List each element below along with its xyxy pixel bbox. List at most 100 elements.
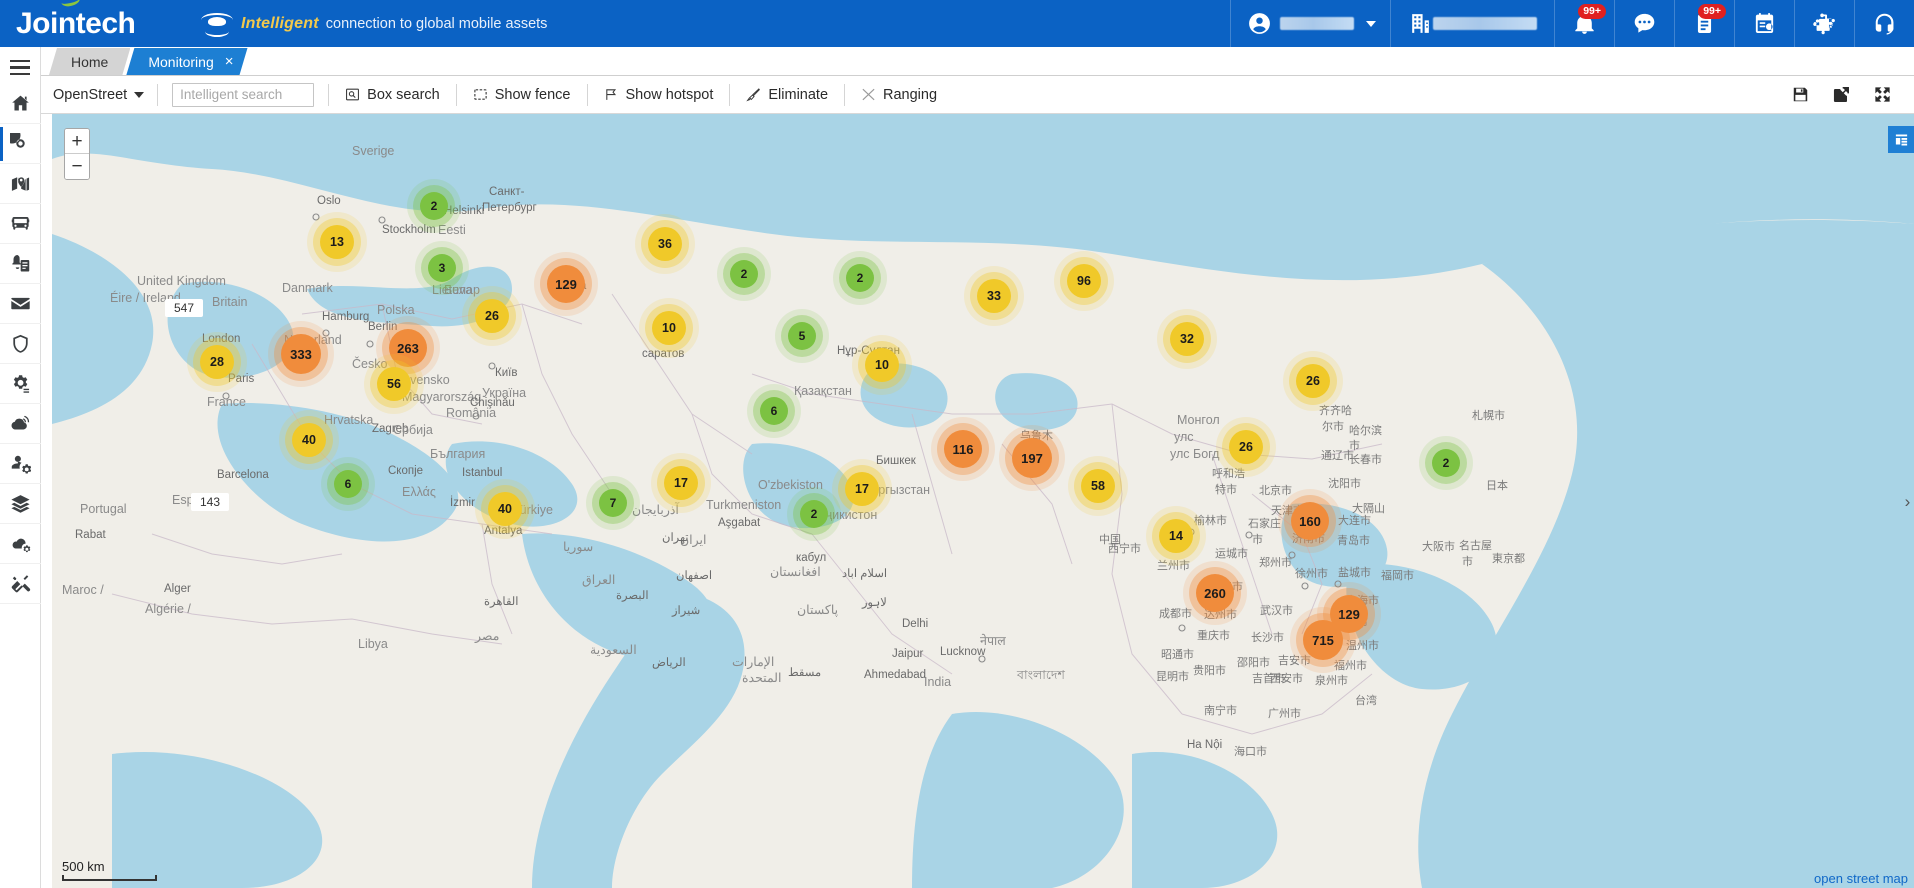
map-label: улс Богд <box>1170 447 1220 461</box>
map-label: Белар <box>444 283 480 297</box>
save-floppy-icon[interactable] <box>1791 85 1810 104</box>
sidepanel-collapse-arrow[interactable]: › <box>1901 476 1914 526</box>
cluster-marker[interactable]: 28 <box>200 345 234 379</box>
cluster-marker[interactable]: 17 <box>664 466 698 500</box>
cluster-marker[interactable]: 6 <box>334 470 362 498</box>
map-label: Danmark <box>282 281 333 295</box>
sidebar-item-layers[interactable] <box>0 484 41 524</box>
cluster-marker[interactable]: 26 <box>1229 430 1263 464</box>
hamburger-menu-icon[interactable] <box>0 51 41 84</box>
map-label: شيراز <box>671 604 701 617</box>
cluster-marker[interactable]: 129 <box>547 265 585 303</box>
map-label: 台湾 <box>1355 693 1377 707</box>
sidebar-item-vehicles[interactable] <box>0 204 41 244</box>
toolbar-divider <box>157 83 159 106</box>
basemap-selector[interactable]: OpenStreet <box>53 84 157 106</box>
zoom-out-button[interactable]: − <box>65 154 89 179</box>
tab-close-icon[interactable]: × <box>225 54 234 69</box>
cluster-marker[interactable]: 263 <box>389 329 427 367</box>
map-canvas[interactable]: Oslo Stockholm Helsinki Sverige Eesti Санкт- П… <box>52 114 1914 888</box>
search-input[interactable] <box>172 82 315 107</box>
cluster-marker[interactable]: 36 <box>648 227 682 261</box>
cluster-marker[interactable]: 26 <box>475 299 509 333</box>
cluster-marker[interactable]: 2 <box>800 500 828 528</box>
cluster-marker[interactable]: 14 <box>1159 519 1193 553</box>
map-scale-line <box>62 875 157 881</box>
plugins-button[interactable] <box>1794 0 1854 47</box>
city-dot-icon <box>378 216 386 224</box>
map-label: Aşgabat <box>718 517 761 529</box>
zoom-in-button[interactable]: + <box>65 129 89 154</box>
tab-monitoring-label: Monitoring <box>148 53 214 70</box>
sidebar-item-tools[interactable] <box>0 564 41 604</box>
messages-button[interactable] <box>1614 0 1674 47</box>
map-label: Britain <box>212 295 247 309</box>
eliminate-button[interactable]: Eliminate <box>730 83 844 107</box>
popout-external-icon[interactable] <box>1832 85 1851 104</box>
sidebar-item-security[interactable] <box>0 324 41 364</box>
cluster-marker[interactable]: 56 <box>377 367 411 401</box>
cluster-marker[interactable]: 58 <box>1081 469 1115 503</box>
cluster-marker[interactable]: 5 <box>788 322 816 350</box>
brand-logo[interactable]: Jointech <box>0 0 178 39</box>
cluster-marker[interactable]: 33 <box>977 279 1011 313</box>
cluster-marker[interactable]: 2 <box>420 192 448 220</box>
map-attribution[interactable]: open street map <box>1814 871 1908 886</box>
cluster-marker[interactable]: 2 <box>846 264 874 292</box>
ranging-label: Ranging <box>883 86 938 103</box>
cluster-marker[interactable]: 3 <box>428 254 456 282</box>
cluster-marker[interactable]: 17 <box>845 472 879 506</box>
sidebar-item-alarms[interactable] <box>0 244 41 284</box>
user-account-menu[interactable] <box>1230 0 1390 47</box>
cluster-marker[interactable]: 13 <box>320 225 354 259</box>
cluster-marker[interactable]: 10 <box>652 311 686 345</box>
sidebar-item-map[interactable] <box>0 164 41 204</box>
list-panel-toggle[interactable] <box>1888 126 1914 153</box>
ranging-button[interactable]: Ranging <box>845 83 953 107</box>
box-search-button[interactable]: Box search <box>329 83 456 107</box>
sidebar-item-monitoring[interactable] <box>0 124 41 164</box>
cluster-marker[interactable]: 2 <box>1432 449 1460 477</box>
cluster-marker[interactable]: 40 <box>488 492 522 526</box>
map-label: Antalya <box>484 525 523 537</box>
notifications-button[interactable]: 99+ <box>1554 0 1614 47</box>
sidebar-item-cloud-config[interactable] <box>0 524 41 564</box>
map-label: Delhi <box>902 618 928 630</box>
tagline-strong: Intelligent <box>241 14 319 32</box>
map-label: 成都市 <box>1159 606 1192 620</box>
cluster-marker[interactable]: 2 <box>730 260 758 288</box>
reports-button[interactable] <box>1734 0 1794 47</box>
cluster-marker[interactable]: 40 <box>292 423 326 457</box>
show-fence-button[interactable]: Show fence <box>457 83 587 107</box>
sidebar-item-home[interactable] <box>0 84 41 124</box>
work-order-badge: 99+ <box>1698 4 1726 19</box>
cluster-marker[interactable]: 260 <box>1196 574 1234 612</box>
cluster-marker[interactable]: 6 <box>760 397 788 425</box>
user-name-redacted <box>1280 17 1354 30</box>
map-label: 徐州市 <box>1295 566 1328 580</box>
cluster-marker[interactable]: 32 <box>1170 322 1204 356</box>
fullscreen-expand-icon[interactable] <box>1873 85 1892 104</box>
cluster-marker[interactable]: 7 <box>599 489 627 517</box>
home-icon <box>11 95 29 111</box>
cluster-marker[interactable]: 333 <box>281 334 321 374</box>
work-orders-button[interactable]: 99+ <box>1674 0 1734 47</box>
cluster-marker[interactable]: 26 <box>1296 364 1330 398</box>
map-label: Hamburg <box>322 311 369 323</box>
cluster-marker[interactable]: 197 <box>1012 438 1052 478</box>
sidebar-item-device-signal[interactable] <box>0 404 41 444</box>
cluster-marker[interactable]: 96 <box>1067 264 1101 298</box>
city-dot-icon <box>1334 580 1342 588</box>
cluster-marker[interactable]: 715 <box>1303 620 1343 660</box>
cluster-marker[interactable]: 160 <box>1291 502 1329 540</box>
company-selector[interactable] <box>1390 0 1554 47</box>
tab-monitoring[interactable]: Monitoring × <box>126 48 247 75</box>
cluster-marker[interactable]: 116 <box>944 430 982 468</box>
sidebar-item-settings[interactable] <box>0 364 41 404</box>
tab-home[interactable]: Home <box>49 48 130 75</box>
support-button[interactable] <box>1854 0 1914 47</box>
show-hotspot-button[interactable]: Show hotspot <box>588 83 730 107</box>
cluster-marker[interactable]: 10 <box>865 348 899 382</box>
sidebar-item-user-settings[interactable] <box>0 444 41 484</box>
sidebar-item-mail[interactable] <box>0 284 41 324</box>
